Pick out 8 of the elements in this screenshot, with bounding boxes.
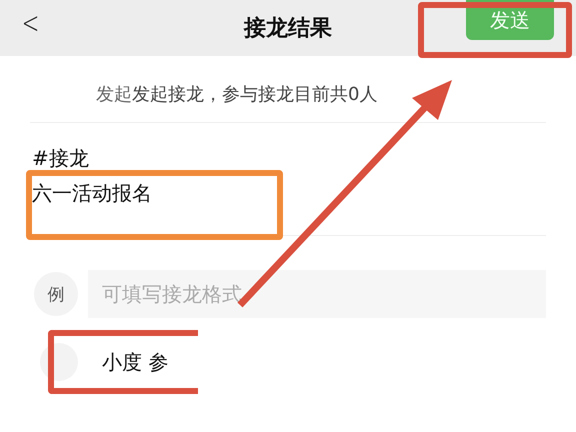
back-button[interactable]: < xyxy=(22,6,40,41)
example-badge: 例 xyxy=(34,272,78,316)
info-text: 发起接龙，参与接龙目前共0人 xyxy=(132,84,378,105)
blurred-name: 发起 xyxy=(96,84,132,105)
topic-title: 六一活动报名 xyxy=(32,180,153,207)
topic-tag: #接龙 xyxy=(32,145,546,172)
page-title: 接龙结果 xyxy=(244,15,332,43)
entry-text: 小度 参 xyxy=(102,348,168,376)
